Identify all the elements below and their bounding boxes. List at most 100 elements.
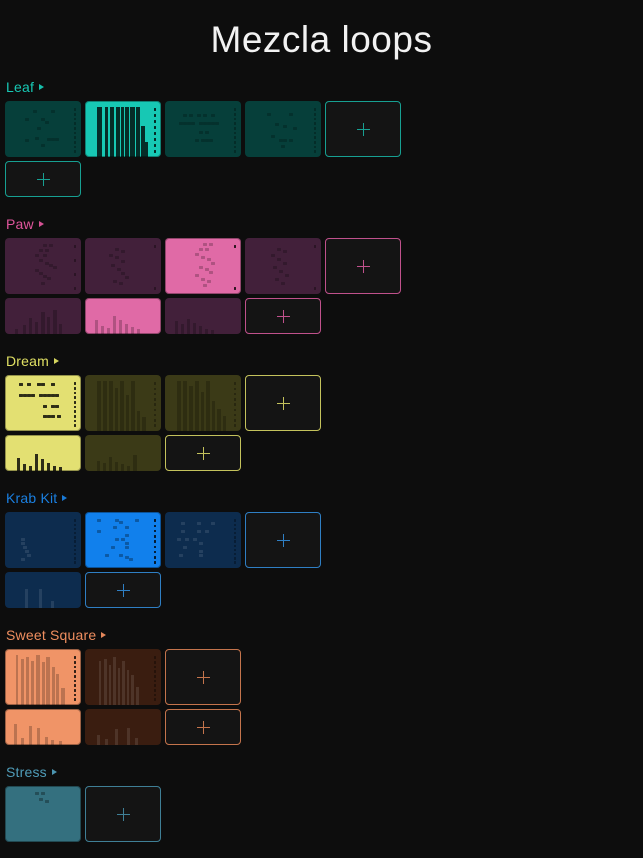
loop-tile-leaf-r1-3[interactable] (165, 101, 241, 158)
add-loop-button-leaf-row2[interactable] (5, 161, 81, 198)
loop-tile-paw-r1-2[interactable] (85, 238, 161, 295)
step-bar (29, 318, 32, 335)
step-bar (135, 738, 138, 746)
section-header-stress[interactable]: Stress (5, 761, 643, 786)
note-cell (35, 792, 39, 796)
chevron-right-icon[interactable] (51, 769, 57, 776)
loop-tile-leaf-r1-1[interactable] (5, 101, 81, 158)
track-dot (233, 127, 236, 130)
chevron-right-icon[interactable] (62, 495, 68, 502)
step-bar (53, 310, 57, 335)
add-loop-button-paw-row1[interactable] (325, 238, 401, 295)
track-dot (73, 424, 76, 427)
track-dot (153, 698, 156, 701)
step-bar (187, 319, 190, 335)
loop-tile-paw-r2-3[interactable] (165, 298, 241, 335)
loop-tile-krab-kit-r1-2-selected[interactable] (85, 512, 161, 569)
track-dot (73, 150, 76, 153)
add-loop-button-sweet-square-row1[interactable] (165, 649, 241, 706)
add-loop-button-krab-kit-row1[interactable] (245, 512, 321, 569)
step-bar (17, 458, 20, 472)
chevron-right-icon[interactable] (38, 221, 44, 228)
step-bar (36, 655, 40, 706)
track-dot (153, 561, 156, 564)
chevron-right-icon[interactable] (101, 632, 107, 639)
note-cell (21, 538, 25, 542)
loop-tile-leaf-r1-2-selected[interactable] (85, 101, 161, 158)
add-loop-button-krab-kit-row2[interactable] (85, 572, 161, 609)
track-dot (73, 113, 76, 116)
step-bar (125, 324, 128, 335)
track-dot (73, 693, 76, 697)
step-bar (37, 728, 40, 746)
chevron-right-icon[interactable] (54, 358, 60, 365)
note-cell (35, 254, 39, 258)
add-loop-button-stress-row1[interactable] (85, 786, 161, 843)
note-cell (283, 125, 287, 129)
note-cell (199, 550, 203, 554)
section-header-leaf[interactable]: Leaf (5, 76, 643, 101)
loop-tile-paw-r1-3-selected[interactable] (165, 238, 241, 295)
add-loop-button-sweet-square-row2[interactable] (165, 709, 241, 746)
loop-tile-dream-r2-1-selected[interactable] (5, 435, 81, 472)
step-bar (21, 738, 24, 746)
note-cell (129, 558, 133, 562)
note-cell (43, 254, 47, 258)
loop-tile-sweet-square-r1-2[interactable] (85, 649, 161, 706)
track-dot (153, 529, 156, 533)
loop-tile-krab-kit-r1-3[interactable] (165, 512, 241, 569)
track-dot (153, 132, 156, 135)
step-bar (25, 589, 28, 609)
step-bar (39, 589, 42, 609)
note-cell (185, 538, 189, 542)
note-cell (21, 558, 25, 562)
step-bar (130, 107, 135, 158)
note-cell (197, 114, 201, 118)
step-bar (26, 657, 29, 706)
loop-tile-dream-r2-2[interactable] (85, 435, 161, 472)
step-bar (21, 659, 24, 706)
note-cell (113, 280, 117, 284)
loop-tile-paw-r1-4[interactable] (245, 238, 321, 295)
track-dot (73, 410, 76, 413)
loop-tile-dream-r1-1-selected[interactable] (5, 375, 81, 432)
loop-tile-krab-kit-r1-1[interactable] (5, 512, 81, 569)
track-dot (153, 519, 156, 522)
loop-tile-paw-r1-1[interactable] (5, 238, 81, 295)
loop-tile-dream-r1-3[interactable] (165, 375, 241, 432)
step-bar (97, 107, 102, 158)
note-cell (41, 792, 45, 796)
step-bar (113, 316, 116, 335)
loop-tile-leaf-r1-4[interactable] (245, 101, 321, 158)
add-loop-button-leaf-row1[interactable] (325, 101, 401, 158)
loop-row (5, 512, 643, 569)
step-bar (136, 687, 139, 706)
add-loop-button-paw-row2[interactable] (245, 298, 321, 335)
loop-tile-sweet-square-r2-1-selected[interactable] (5, 709, 81, 746)
loop-tile-dream-r1-2[interactable] (85, 375, 161, 432)
loop-tile-stress-r1-1-selected[interactable] (5, 786, 81, 843)
note-cell (125, 276, 129, 280)
note-cell (289, 113, 293, 117)
track-dot (313, 245, 316, 248)
section-header-krab-kit[interactable]: Krab Kit (5, 487, 643, 512)
section-header-paw[interactable]: Paw (5, 213, 643, 238)
note-cell (177, 538, 181, 542)
note-cell (125, 542, 129, 546)
loop-tile-krab-kit-r2-1[interactable] (5, 572, 81, 609)
loop-tile-sweet-square-r2-2[interactable] (85, 709, 161, 746)
track-dot (73, 698, 76, 701)
chevron-right-icon[interactable] (39, 84, 45, 91)
loop-tile-paw-r2-2-selected[interactable] (85, 298, 161, 335)
loop-tile-paw-r2-1[interactable] (5, 298, 81, 335)
add-loop-button-dream-row1[interactable] (245, 375, 321, 432)
section-header-sweet-square[interactable]: Sweet Square (5, 624, 643, 649)
note-cell (273, 266, 277, 270)
step-bar (183, 381, 187, 432)
section-header-dream[interactable]: Dream (5, 350, 643, 375)
loop-tile-sweet-square-r1-1-selected[interactable] (5, 649, 81, 706)
loop-pattern (85, 649, 161, 706)
step-bar (177, 381, 181, 432)
add-loop-button-dream-row2[interactable] (165, 435, 241, 472)
loop-pattern (85, 435, 161, 472)
